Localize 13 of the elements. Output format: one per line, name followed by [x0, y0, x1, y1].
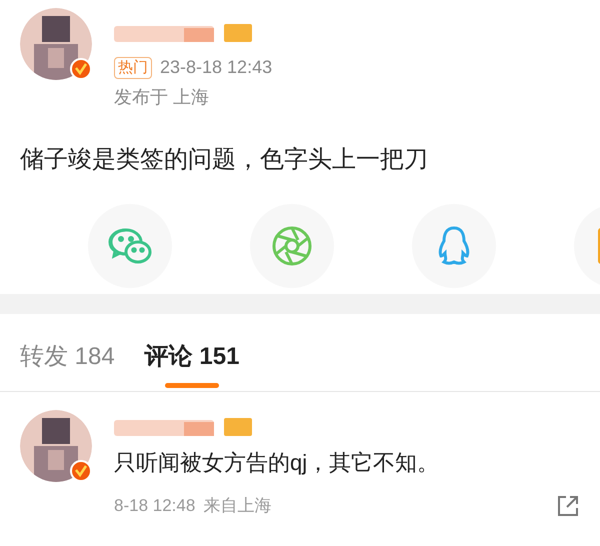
tab-underline: [164, 383, 220, 388]
comment-source: 来自上海: [203, 495, 272, 517]
post-location: 发布于 上海: [114, 86, 210, 109]
post-time: 23-8-18 12:43: [160, 56, 272, 79]
share-icon[interactable]: [556, 494, 580, 518]
avatar[interactable]: [20, 8, 92, 80]
tab[interactable]: 转发 184: [20, 336, 115, 378]
comment-text: 只听闻被女方告的qj，其它不知。: [114, 449, 440, 477]
tab[interactable]: 评论 151: [144, 336, 240, 378]
avatar[interactable]: [20, 410, 92, 482]
comment-time: 8-18 12:48: [114, 495, 196, 517]
post-text: 储子竣是类签的问题，色字头上一把刀: [19, 145, 429, 175]
hot-tag: 热门: [114, 56, 152, 78]
